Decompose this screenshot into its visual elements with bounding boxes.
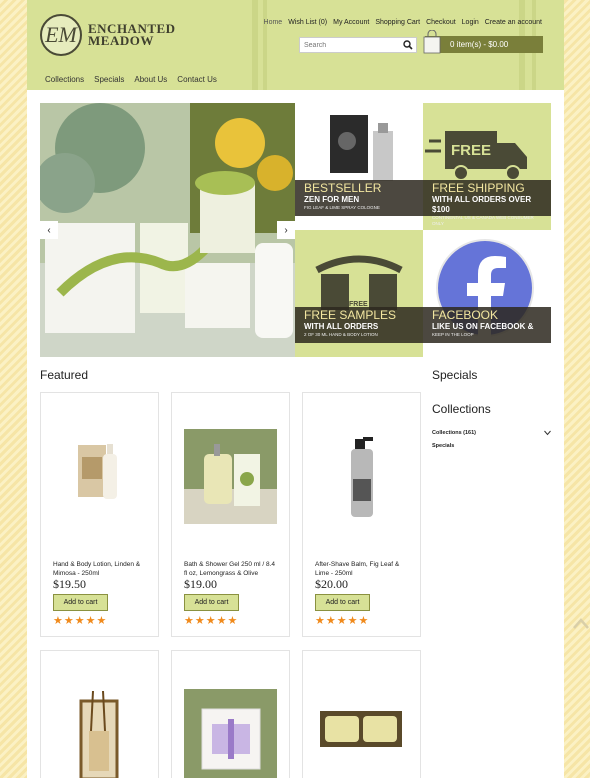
star-icon: ★	[315, 615, 325, 627]
product-name[interactable]: Bath & Shower Gel 250 ml / 8.4 fl oz, Le…	[184, 560, 280, 578]
promo-caption: FREE SAMPLES WITH ALL ORDERS 2 OF 30 ML …	[295, 307, 423, 343]
star-icon: ★	[85, 615, 96, 627]
star-icon: ★	[96, 615, 107, 627]
bamboo-decoration	[252, 0, 258, 90]
product-image[interactable]	[315, 429, 408, 524]
promo-caption-text: CONTINENTAL US & CANADA WEB CONSUMER ONL…	[432, 215, 534, 226]
product-image[interactable]	[53, 691, 146, 778]
product-image[interactable]	[53, 429, 146, 524]
logo-monogram: EM	[40, 14, 82, 56]
promo-subtitle: ZEN FOR MEN	[304, 195, 360, 204]
promo-title: FREE SAMPLES	[304, 308, 397, 322]
hero-slider[interactable]: ‹ ›	[40, 103, 295, 357]
add-to-cart-button[interactable]: Add to cart	[315, 594, 370, 611]
search-box	[299, 37, 417, 53]
logo-text: ENCHANTED MEADOW	[88, 22, 176, 48]
star-icon: ★	[184, 615, 194, 627]
product-card	[40, 650, 159, 778]
product-card	[302, 650, 421, 778]
top-link-login[interactable]: Login	[462, 19, 479, 26]
star-icon: ★	[325, 615, 336, 627]
top-link-account[interactable]: My Account	[333, 19, 369, 26]
cart-button[interactable]: 0 item(s) - $0.00	[423, 30, 543, 54]
top-link-checkout[interactable]: Checkout	[426, 19, 456, 26]
page: EM ENCHANTED MEADOW Home Wish List (0) M…	[27, 0, 564, 778]
top-link-register[interactable]: Create an account	[485, 19, 542, 26]
product-name[interactable]: After-Shave Balm, Fig Leaf & Lime - 250m…	[315, 560, 411, 578]
nav-specials[interactable]: Specials	[94, 75, 124, 84]
collections-heading: Collections	[432, 402, 491, 416]
top-link-home[interactable]: Home	[264, 19, 283, 26]
promo-title: BESTSELLER	[304, 181, 382, 195]
product-image[interactable]	[315, 706, 408, 756]
star-icon: ★	[336, 615, 347, 627]
promo-caption: BESTSELLER ZEN FOR MEN FIG LEAF & LIME S…	[295, 180, 423, 216]
main-nav: Collections Specials About Us Contact Us	[45, 75, 217, 84]
featured-heading: Featured	[40, 368, 89, 382]
top-links: Home Wish List (0) My Account Shopping C…	[264, 19, 542, 26]
add-to-cart-button[interactable]: Add to cart	[53, 594, 108, 611]
promo-caption-text: FIG LEAF & LIME SPRAY COLOGNE	[304, 205, 380, 210]
bamboo-decoration	[263, 0, 267, 90]
promo-free-samples[interactable]: FREE FREE SAMPLES WITH ALL ORDERS 2 OF 3…	[295, 230, 423, 357]
promo-facebook[interactable]: FACEBOOK LIKE US ON FACEBOOK & KEEP IN T…	[423, 230, 551, 357]
rating-stars: ★ ★ ★ ★ ★	[53, 614, 106, 627]
product-image[interactable]	[184, 429, 277, 524]
promo-subtitle: LIKE US ON FACEBOOK &	[432, 322, 534, 331]
promo-bestseller[interactable]: BESTSELLER ZEN FOR MEN FIG LEAF & LIME S…	[295, 103, 423, 230]
star-icon: ★	[194, 615, 205, 627]
cart-total: 0 item(s) - $0.00	[450, 40, 509, 49]
product-image[interactable]	[184, 689, 277, 778]
logo[interactable]: EM ENCHANTED MEADOW	[40, 14, 176, 56]
star-icon: ★	[227, 615, 238, 627]
slider-prev-button[interactable]: ‹	[40, 221, 58, 239]
chevron-down-icon[interactable]	[544, 430, 551, 436]
product-price: $19.00	[184, 577, 217, 591]
product-name[interactable]: Hand & Body Lotion, Linden & Mimosa - 25…	[53, 560, 149, 578]
search-icon[interactable]	[403, 40, 413, 50]
promo-caption-text: KEEP IN THE LOOP	[432, 332, 474, 337]
star-icon: ★	[358, 615, 369, 627]
product-price: $19.50	[53, 577, 86, 591]
add-to-cart-button[interactable]: Add to cart	[184, 594, 239, 611]
promo-free-shipping[interactable]: FREE FREE SHIPPING WITH ALL ORDERS OVER …	[423, 103, 551, 230]
sidebar-item-collections[interactable]: Collections (161)	[432, 430, 476, 436]
promo-subtitle: WITH ALL ORDERS OVER $100	[432, 195, 532, 214]
product-card	[171, 650, 290, 778]
specials-heading: Specials	[432, 368, 478, 382]
promo-caption-text: 2 OF 30 ML HAND & BODY LOTION	[304, 332, 378, 337]
rating-stars: ★ ★ ★ ★ ★	[315, 614, 368, 627]
scroll-top-icon[interactable]	[573, 616, 589, 630]
star-icon: ★	[347, 615, 358, 627]
nav-collections[interactable]: Collections	[45, 75, 84, 84]
slider-next-button[interactable]: ›	[277, 221, 295, 239]
product-card: Bath & Shower Gel 250 ml / 8.4 fl oz, Le…	[171, 392, 290, 637]
product-card: Hand & Body Lotion, Linden & Mimosa - 25…	[40, 392, 159, 637]
promo-title: FACEBOOK	[432, 308, 499, 322]
truck-text: FREE	[451, 142, 491, 159]
promo-title: FREE SHIPPING	[432, 181, 525, 195]
star-icon: ★	[53, 615, 63, 627]
star-icon: ★	[74, 615, 85, 627]
nav-about[interactable]: About Us	[134, 75, 167, 84]
search-input[interactable]	[300, 38, 400, 52]
nav-contact[interactable]: Contact Us	[177, 75, 217, 84]
promo-subtitle: WITH ALL ORDERS	[304, 322, 379, 331]
star-icon: ★	[205, 615, 216, 627]
slider-image	[40, 103, 295, 357]
site-header: EM ENCHANTED MEADOW Home Wish List (0) M…	[27, 0, 564, 90]
promo-caption: FREE SHIPPING WITH ALL ORDERS OVER $100 …	[423, 180, 551, 226]
top-link-cart[interactable]: Shopping Cart	[375, 19, 420, 26]
promo-caption: FACEBOOK LIKE US ON FACEBOOK & KEEP IN T…	[423, 307, 551, 343]
star-icon: ★	[63, 615, 74, 627]
star-icon: ★	[216, 615, 227, 627]
product-price: $20.00	[315, 577, 348, 591]
product-card: After-Shave Balm, Fig Leaf & Lime - 250m…	[302, 392, 421, 637]
sidebar-item-specials[interactable]: Specials	[432, 443, 454, 449]
top-link-wishlist[interactable]: Wish List (0)	[288, 19, 327, 26]
logo-line-2: MEADOW	[88, 33, 154, 48]
rating-stars: ★ ★ ★ ★ ★	[184, 614, 237, 627]
shopping-bag-icon	[423, 30, 441, 54]
